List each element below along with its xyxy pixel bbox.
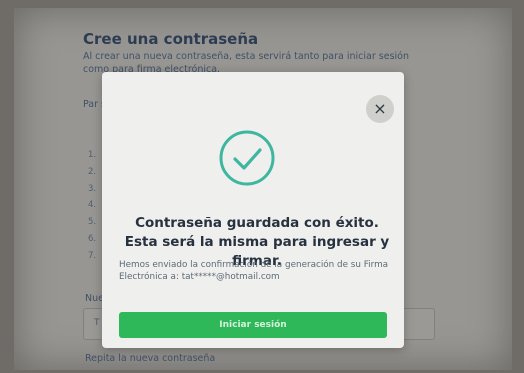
close-button[interactable]: ×	[366, 95, 394, 123]
login-button[interactable]: Iniciar sesión	[119, 312, 387, 338]
monitor-screen: Cree una contraseña Al crear una nueva c…	[14, 8, 512, 370]
success-dialog: × Contraseña guardada con éxito. Esta se…	[102, 72, 404, 348]
dialog-message: Hemos enviado la confirmación de la gene…	[119, 260, 389, 282]
check-circle-icon	[217, 128, 277, 188]
close-icon: ×	[373, 99, 387, 118]
